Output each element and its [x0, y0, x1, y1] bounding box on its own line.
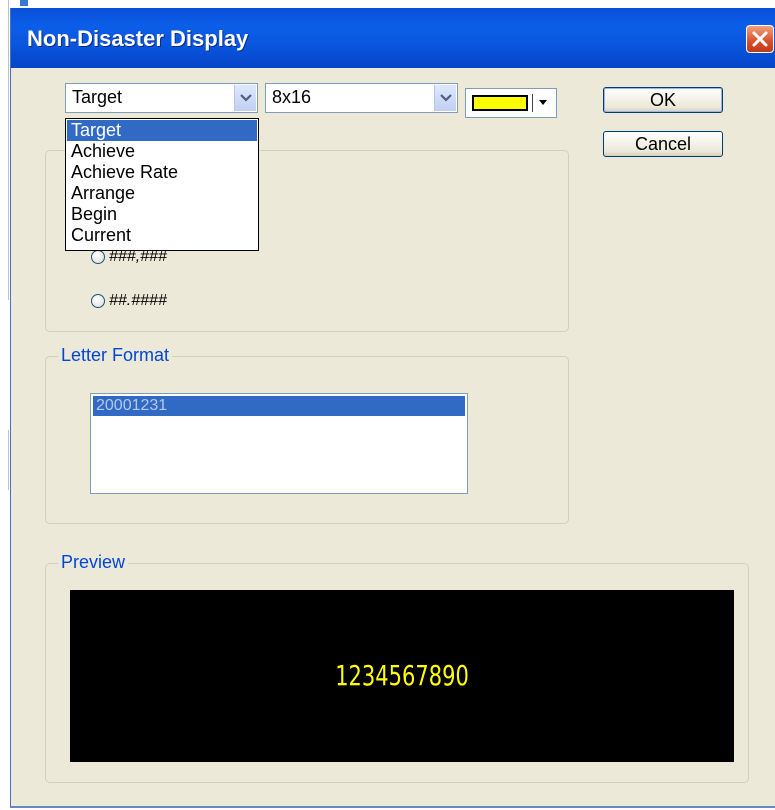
preview-sample-text: 1234567890	[335, 659, 469, 692]
number-format-option-2: ##.####	[109, 292, 167, 309]
preview-label: Preview	[58, 552, 129, 573]
preview-panel: 1234567890	[70, 590, 734, 762]
background-divider	[8, 430, 9, 490]
close-button[interactable]	[746, 25, 774, 53]
font-size-combo-dropdown-button[interactable]	[434, 85, 456, 111]
font-size-combo-value: 8x16	[272, 87, 312, 107]
cancel-button[interactable]: Cancel	[603, 131, 723, 157]
letter-format-label: Letter Format	[58, 345, 173, 366]
field-combo[interactable]: Target	[65, 83, 258, 113]
chevron-down-icon	[240, 94, 252, 102]
field-combo-value: Target	[72, 87, 123, 107]
color-swatch	[472, 95, 528, 111]
ok-button[interactable]: OK	[603, 87, 723, 113]
dropdown-item-target[interactable]: Target	[67, 120, 257, 141]
dropdown-item-achieve-rate[interactable]: Achieve Rate	[67, 162, 257, 183]
close-icon	[752, 31, 768, 47]
chevron-down-icon	[440, 94, 452, 102]
text-color-picker[interactable]	[465, 88, 557, 118]
dropdown-item-arrange[interactable]: Arrange	[67, 183, 257, 204]
window-title: Non-Disaster Display	[27, 26, 249, 51]
list-item[interactable]: 20001231	[93, 396, 465, 416]
dropdown-item-begin[interactable]: Begin	[67, 204, 257, 225]
background-marker	[20, 0, 28, 6]
field-dropdown-list[interactable]: Target Achieve Achieve Rate Arrange Begi…	[65, 118, 259, 251]
title-bar[interactable]: Non-Disaster Display	[11, 8, 775, 68]
dropdown-item-achieve[interactable]: Achieve	[67, 141, 257, 162]
color-picker-separator	[532, 94, 533, 112]
number-format-radio-1[interactable]	[91, 250, 105, 264]
dropdown-item-current[interactable]: Current	[67, 225, 257, 246]
background-divider	[8, 0, 9, 300]
font-size-combo[interactable]: 8x16	[265, 83, 458, 113]
letter-format-list[interactable]: 20001231	[90, 393, 468, 494]
number-format-radio-2[interactable]	[91, 294, 105, 308]
chevron-down-icon	[539, 100, 547, 105]
field-combo-dropdown-button[interactable]	[234, 85, 256, 111]
